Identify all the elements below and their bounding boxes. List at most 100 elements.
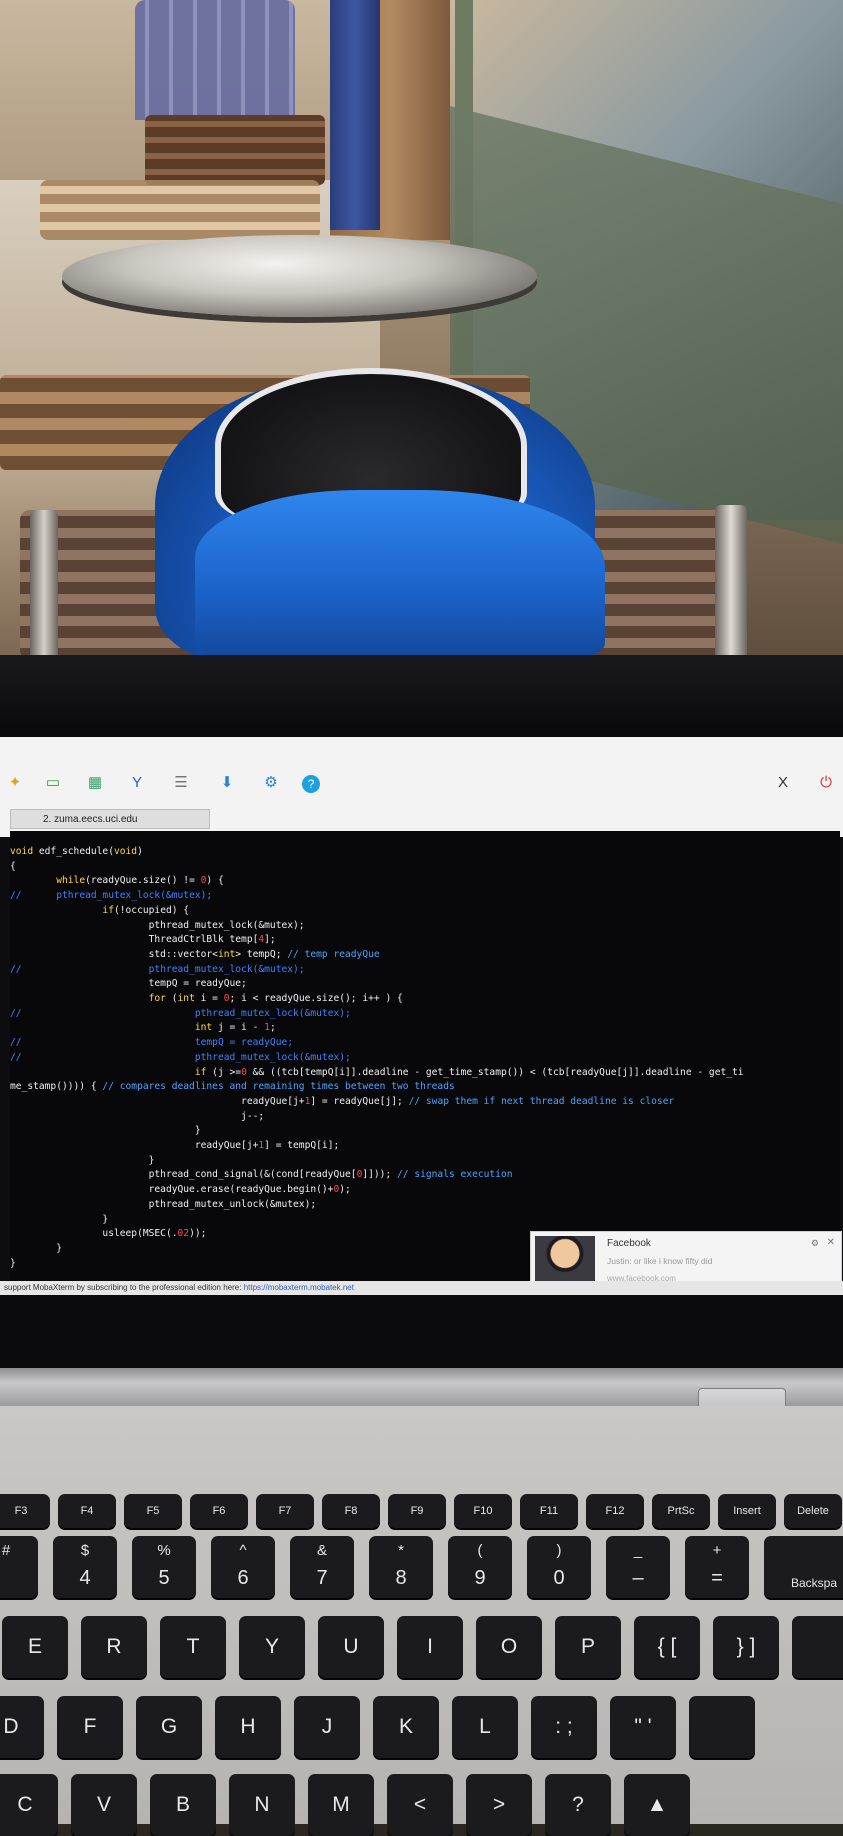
key-label	[689, 1696, 755, 1758]
key-letter[interactable]: M	[308, 1774, 374, 1836]
code-token: (	[165, 993, 178, 1005]
key-letter[interactable]: T	[160, 1616, 226, 1678]
key-letter[interactable]: U	[318, 1616, 384, 1678]
code-token: ] = tempQ[i];	[264, 1140, 340, 1152]
code-token: ; i < readyQue.size(); i++ ) {	[229, 993, 403, 1005]
key-label: R	[106, 1635, 122, 1658]
split-icon[interactable]: Y	[126, 773, 148, 793]
key-letter[interactable]: G	[136, 1696, 202, 1758]
key-f6[interactable]: F6	[190, 1494, 248, 1528]
key-label: P	[580, 1635, 595, 1658]
key-f9[interactable]: F9	[388, 1494, 446, 1528]
key-label: ▲	[646, 1793, 668, 1816]
key-label: ?	[572, 1793, 584, 1816]
xserver-icon[interactable]: X	[772, 773, 794, 793]
code-line: pthread_mutex_unlock(&mutex);	[10, 1198, 744, 1213]
key-letter[interactable]: P	[555, 1616, 621, 1678]
backpack-flap	[195, 490, 605, 660]
key-number-row[interactable]: _ –	[606, 1536, 670, 1598]
key-letter[interactable]: V	[71, 1774, 137, 1836]
code-listing: void edf_schedule(void){ while(readyQue.…	[10, 845, 744, 1295]
code-line: {	[10, 860, 744, 875]
key-f12[interactable]: F12	[586, 1494, 644, 1528]
key-letter[interactable]	[792, 1616, 843, 1678]
key-letter[interactable]: { [	[634, 1616, 700, 1678]
key-letter[interactable]: } ]	[713, 1616, 779, 1678]
key-letter[interactable]: ▲	[624, 1774, 690, 1836]
code-token: readyQue[j+	[10, 1140, 259, 1152]
tools-icon[interactable]: ▦	[84, 773, 106, 793]
code-line: j--;	[10, 1110, 744, 1125]
status-link[interactable]: https://mobaxterm.mobatek.net	[244, 1283, 354, 1292]
key-letter[interactable]: D	[0, 1696, 44, 1758]
key-letter[interactable]	[689, 1696, 755, 1758]
code-line: // pthread_mutex_lock(&mutex);	[10, 889, 744, 904]
lid-bezel	[0, 655, 843, 725]
key-number-row[interactable]: Backspa	[764, 1536, 843, 1598]
mobaxterm-toolbar: ✦ ▭ ▦ Y ☰ ⬇ ⚙ ? X ⏻ ▣ 2. zuma.eecs.uci.e…	[0, 737, 843, 837]
code-token: me_stamp()))) {	[10, 1081, 103, 1093]
code-token: }	[10, 1242, 62, 1254]
key-number-row[interactable]: % 5	[132, 1536, 196, 1598]
help-icon[interactable]: ?	[302, 775, 320, 793]
key-letter[interactable]: B	[150, 1774, 216, 1836]
key-letter[interactable]: J	[294, 1696, 360, 1758]
key-upper-label: %	[157, 1542, 171, 1559]
key-number-row[interactable]: + =	[685, 1536, 749, 1598]
blue-door	[330, 0, 380, 230]
code-token: tempQ = readyQue;	[194, 1037, 294, 1049]
key-number-row[interactable]: $4	[53, 1536, 117, 1598]
multiexec-icon[interactable]: ☰	[170, 773, 192, 793]
code-token: int	[194, 1022, 213, 1034]
key-letter[interactable]: : ;	[531, 1696, 597, 1758]
key-number-row[interactable]: * 8	[369, 1536, 433, 1598]
key-prtsc[interactable]: PrtSc	[652, 1494, 710, 1528]
key-number-row[interactable]: #	[0, 1536, 38, 1598]
key-f7[interactable]: F7	[256, 1494, 314, 1528]
code-token: (readyQue.size() !=	[85, 875, 201, 887]
code-token: pthread_mutex_lock(&mutex);	[10, 919, 305, 931]
key-f5[interactable]: F5	[124, 1494, 182, 1528]
session-icon[interactable]: ✦	[4, 773, 26, 793]
key-letter[interactable]: ?	[545, 1774, 611, 1836]
key-number-row[interactable]: ^ 6	[211, 1536, 275, 1598]
code-token: ThreadCtrlBlk temp[	[10, 934, 259, 946]
key-letter[interactable]: C	[0, 1774, 58, 1836]
code-line: readyQue[j+1] = readyQue[j]; // swap the…	[10, 1095, 744, 1110]
key-number-row[interactable]: ) 0	[527, 1536, 591, 1598]
exit-icon[interactable]: ⏻	[815, 773, 837, 793]
key-letter[interactable]: N	[229, 1774, 295, 1836]
terminal-pane[interactable]: void edf_schedule(void){ while(readyQue.…	[10, 831, 840, 1295]
key-insert[interactable]: Insert	[718, 1494, 776, 1528]
key-letter[interactable]: E	[2, 1616, 68, 1678]
key-f11[interactable]: F11	[520, 1494, 578, 1528]
key-letter[interactable]: <	[387, 1774, 453, 1836]
packages-icon[interactable]: ⚙	[260, 773, 282, 793]
key-letter[interactable]: O	[476, 1616, 542, 1678]
gear-icon[interactable]: ⚙	[811, 1238, 819, 1249]
key-letter[interactable]: R	[81, 1616, 147, 1678]
key-letter[interactable]: F	[57, 1696, 123, 1758]
key-letter[interactable]: K	[373, 1696, 439, 1758]
close-icon[interactable]: ✕	[827, 1237, 835, 1248]
key-letter[interactable]: L	[452, 1696, 518, 1758]
key-f4[interactable]: F4	[58, 1494, 116, 1528]
key-delete[interactable]: Delete	[784, 1494, 842, 1528]
key-letter[interactable]: H	[215, 1696, 281, 1758]
key-letter[interactable]: I	[397, 1616, 463, 1678]
tunneling-icon[interactable]: ⬇	[216, 773, 238, 793]
key-f3[interactable]: F3	[0, 1494, 50, 1528]
key-letter[interactable]: Y	[239, 1616, 305, 1678]
key-number-row[interactable]: & 7	[290, 1536, 354, 1598]
servers-icon[interactable]: ▭	[42, 773, 64, 793]
code-line: pthread_cond_signal(&(cond[readyQue[0]])…	[10, 1168, 744, 1183]
key-lower-label: 9	[474, 1567, 486, 1589]
key-letter[interactable]: >	[466, 1774, 532, 1836]
key-number-row[interactable]: (9	[448, 1536, 512, 1598]
key-letter[interactable]: " '	[610, 1696, 676, 1758]
key-f10[interactable]: F10	[454, 1494, 512, 1528]
key-f8[interactable]: F8	[322, 1494, 380, 1528]
tab-session[interactable]: 2. zuma.eecs.uci.edu	[10, 809, 210, 829]
